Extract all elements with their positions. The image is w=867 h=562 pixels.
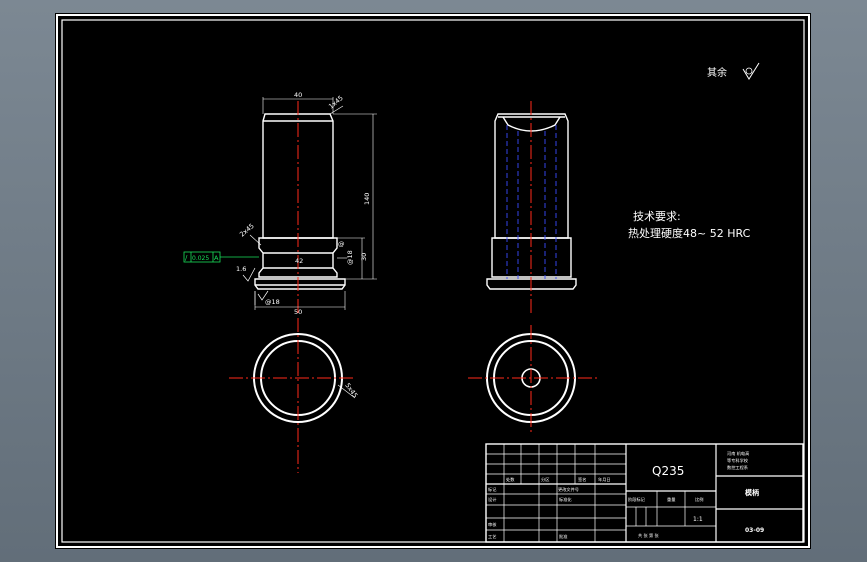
surface-note-label: 其余 — [707, 66, 727, 79]
roughness-circle-icon — [745, 67, 753, 75]
tb-design: 设计 — [488, 496, 496, 503]
flange — [254, 278, 346, 290]
tb-label-sign: 签名 — [578, 476, 586, 483]
roughness-symbol-icon — [742, 62, 760, 80]
title-block-text: 标记 处数 分区 更改文件号 签名 年月日 设计 标准化 审核 工艺 批准 阶段… — [488, 450, 749, 540]
tech-req-title: 技术要求: — [633, 210, 681, 223]
front-dim-text: 40 1x45 140 @ @18 30 42 @18 50 2x45 1.6 — [236, 91, 371, 316]
tolerance-frame: / 0.025 A — [183, 251, 259, 263]
dim-bottom-left: @18 — [265, 298, 280, 306]
dim-chamfer-small: 2x45 — [238, 222, 256, 239]
tb-process: 工艺 — [488, 534, 496, 539]
tb-weight: 重量 — [667, 496, 675, 503]
tb-label-zone: 分区 — [541, 476, 549, 483]
tolerance-value: 0.025 — [192, 255, 209, 262]
dim-height: 140 — [363, 193, 371, 205]
tb-school-1: 河南 机电高 — [727, 450, 749, 457]
tb-school-2: 等专科学校 — [727, 457, 749, 464]
tb-stage-mark: 阶段标记 — [628, 496, 646, 503]
tb-label-mark: 标记 — [488, 486, 497, 493]
tb-material: Q235 — [652, 464, 684, 478]
rough-mark: 1.6 — [236, 265, 246, 273]
tech-requirements: 技术要求: 热处理硬度48~ 52 HRC — [628, 210, 751, 240]
surface-note: 其余 — [707, 62, 760, 80]
inner-border — [61, 19, 805, 543]
tb-label-count: 处数 — [506, 476, 515, 483]
tb-school-3: 数控工程系 — [727, 464, 748, 471]
dim-bottom-width: 50 — [294, 308, 302, 316]
tb-review: 审核 — [488, 521, 497, 528]
front-dimensions — [249, 97, 377, 310]
tb-part-name: 模柄 — [745, 488, 759, 497]
dim-top-chamfer: 1x45 — [327, 94, 345, 111]
drawing-canvas: 其余 40 1x45 140 @ @18 30 42 @18 50 2x45 1… — [56, 14, 810, 548]
dim-ring-dia: @18 — [346, 250, 354, 265]
tolerance-symbol: / — [185, 254, 188, 262]
tb-label-change: 更改文件号 — [558, 486, 579, 493]
dim-inner-label: 42 — [295, 257, 303, 265]
drawing-sheet: 其余 40 1x45 140 @ @18 30 42 @18 50 2x45 1… — [55, 13, 811, 549]
tb-scale-value: 1:1 — [693, 516, 703, 523]
cad-viewport[interactable]: 其余 40 1x45 140 @ @18 30 42 @18 50 2x45 1… — [0, 0, 867, 562]
tech-req-line1: 热处理硬度48~ 52 HRC — [628, 226, 751, 240]
outer-border — [56, 14, 810, 548]
circle-note: 5x45 — [343, 382, 359, 400]
tb-scale: 比例 — [695, 496, 703, 503]
dim-top-width: 40 — [294, 91, 302, 99]
tb-label-date: 年月日 — [598, 476, 611, 483]
tb-standard: 标准化 — [559, 496, 572, 503]
tb-drawing-no: 03-09 — [745, 527, 764, 534]
tolerance-datum: A — [214, 254, 219, 262]
dim-right-small: @ — [338, 240, 345, 248]
tb-sheet-info: 共 张 第 张 — [638, 532, 660, 539]
dim-ring-height: 30 — [360, 253, 368, 261]
tb-approve: 批准 — [559, 533, 567, 540]
